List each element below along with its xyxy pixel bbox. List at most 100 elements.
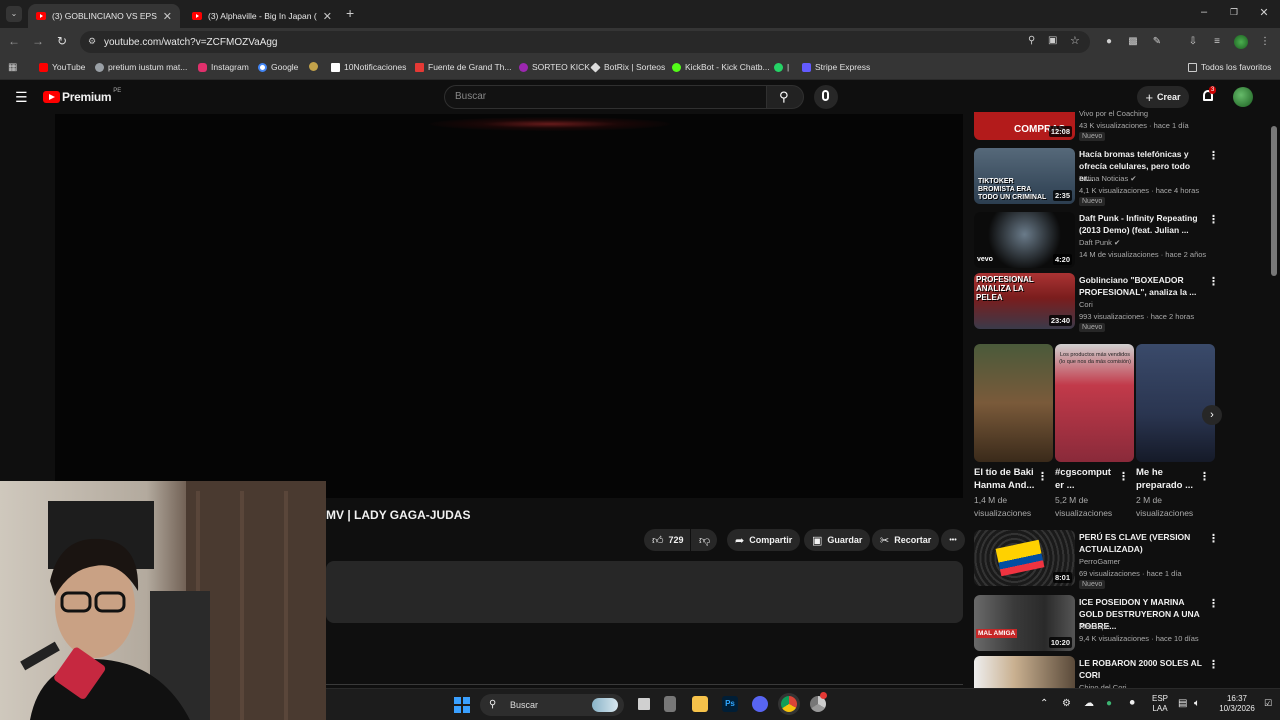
apps-grid-icon[interactable]: ▦ — [8, 62, 17, 73]
video-thumbnail[interactable]: PROFESIONAL ANALIZA LA PELEA 23:40 — [974, 273, 1075, 329]
minimize-icon[interactable]: – — [1194, 6, 1214, 18]
all-favorites[interactable]: Todos los favoritos — [1188, 62, 1271, 72]
short-thumbnail[interactable] — [974, 344, 1053, 462]
profile-avatar[interactable] — [1234, 35, 1248, 49]
video-thumbnail[interactable]: COMPRAS 12:08 — [974, 112, 1075, 140]
clip-button[interactable]: ✂ Recortar — [872, 529, 940, 551]
more-options-icon[interactable]: ⋮ — [1208, 213, 1219, 226]
video-player[interactable] — [55, 114, 963, 498]
menu-icon[interactable]: ☰ — [15, 89, 28, 106]
channel-name[interactable]: PerroGamer — [1079, 557, 1120, 566]
tab-goblinciano[interactable]: (3) GOBLINCIANO VS EPSTEIN | ✕ — [28, 4, 180, 28]
tab-alphaville[interactable]: (3) Alphaville - Big In Japan (Fla ✕ — [184, 4, 340, 28]
clock[interactable]: 16:37 10/3/2026 — [1212, 694, 1262, 714]
chrome-icon[interactable] — [781, 696, 797, 712]
tray-app-1-icon[interactable]: ⚙ — [1062, 698, 1071, 709]
shorts-next-arrow-icon[interactable]: › — [1202, 405, 1222, 425]
account-avatar[interactable] — [1233, 87, 1253, 107]
tray-mic-icon[interactable]: ⚫ — [1128, 698, 1136, 709]
printer-app-icon[interactable] — [664, 696, 676, 712]
task-view-icon[interactable] — [636, 696, 652, 712]
video-thumbnail[interactable]: MAL AMIGA 10:20 — [974, 595, 1075, 651]
tray-app-3-icon[interactable]: ● — [1106, 698, 1112, 709]
video-thumbnail[interactable]: 8:01 — [974, 530, 1075, 586]
file-explorer-icon[interactable] — [692, 696, 708, 712]
download-icon[interactable]: ⇩ — [1187, 36, 1199, 48]
tray-app-2-icon[interactable]: ☁ — [1084, 698, 1094, 709]
list-item[interactable]: COMPRAS 12:08 Vivo por el Coaching 43 K … — [974, 109, 1214, 144]
address-bar[interactable]: ⚙ youtube.com/watch?v=ZCFMOZVaAgg ⚲ ▣ ☆ — [80, 31, 1090, 53]
list-item[interactable]: PROFESIONAL ANALIZA LA PELEA 23:40 Gobli… — [974, 273, 1219, 332]
more-options-icon[interactable]: ⋮ — [1208, 149, 1219, 162]
back-icon[interactable]: ← — [6, 34, 22, 48]
more-options-icon[interactable]: ⋮ — [1037, 470, 1048, 483]
bookmark-whatsapp[interactable]: | — [774, 62, 789, 72]
bookmark-star-icon[interactable]: ☆ — [1070, 34, 1080, 47]
list-item[interactable]: LE ROBARON 2000 SOLES AL CORI Chino del … — [974, 656, 1219, 692]
photoshop-icon[interactable]: Ps — [722, 696, 738, 712]
show-hidden-icons[interactable]: ⌃ — [1040, 698, 1048, 709]
chrome-profile-icon[interactable]: 1 — [810, 692, 827, 712]
bookmark-stripe[interactable]: Stripe Express — [802, 62, 870, 72]
more-actions-button[interactable]: ••• — [941, 529, 965, 551]
notification-center-icon[interactable]: ☑ — [1264, 698, 1272, 709]
search-input[interactable]: Buscar — [444, 85, 766, 109]
list-item[interactable]: vevo 4:20 Daft Punk - Infinity Repeating… — [974, 212, 1219, 270]
language-indicator[interactable]: ESP LAA — [1148, 694, 1172, 714]
new-tab-button[interactable]: + — [346, 5, 354, 21]
short-thumbnail[interactable] — [1136, 344, 1215, 462]
cast-icon[interactable]: ▣ — [1048, 35, 1057, 46]
more-options-icon[interactable]: ⋮ — [1208, 658, 1219, 671]
extensions-puzzle-icon[interactable]: ✎ — [1151, 36, 1163, 48]
short-title[interactable]: El tío de Baki Hanma And... — [974, 466, 1040, 492]
forward-icon[interactable]: → — [30, 34, 46, 48]
video-title[interactable]: Daft Punk - Infinity Repeating (2013 Dem… — [1079, 212, 1204, 236]
short-thumbnail[interactable]: Los productos más vendidos (lo que nos d… — [1055, 344, 1134, 462]
short-title[interactable]: Me he preparado ... — [1136, 466, 1202, 492]
more-options-icon[interactable]: ⋮ — [1208, 597, 1219, 610]
video-title[interactable]: LE ROBARON 2000 SOLES AL CORI — [1079, 657, 1204, 681]
zoom-icon[interactable]: ⚲ — [1028, 35, 1035, 46]
bookmark-fuente-gta[interactable]: Fuente de Grand Th... — [415, 62, 511, 72]
bookmark-10notificaciones[interactable]: 10Notificaciones — [331, 62, 406, 72]
bookmark-google[interactable]: Google — [258, 62, 298, 72]
browser-menu-icon[interactable]: ⋮ — [1259, 36, 1271, 48]
voice-search-button[interactable] — [814, 85, 838, 109]
windows-start-icon[interactable] — [454, 697, 470, 713]
bookmark-youtube[interactable]: YouTube — [39, 62, 85, 72]
close-tab-icon[interactable]: ✕ — [323, 10, 332, 23]
like-button[interactable]: 👍︎ 729 — [644, 529, 690, 551]
bookmark-pretium[interactable]: pretium iustum mat... — [95, 62, 187, 72]
close-window-icon[interactable]: ✕ — [1254, 6, 1274, 19]
list-item[interactable]: MAL AMIGA 10:20 ICE POSEIDON Y MARINA GO… — [974, 595, 1219, 653]
more-options-icon[interactable]: ⋮ — [1208, 275, 1219, 288]
close-tab-icon[interactable]: ✕ — [163, 10, 172, 23]
channel-name[interactable]: Alessope — [1079, 622, 1110, 631]
notifications-icon[interactable]: 3 — [1201, 86, 1217, 103]
channel-name[interactable]: Vivo por el Coaching — [1079, 109, 1148, 118]
create-button[interactable]: + Crear — [1137, 86, 1189, 108]
restore-icon[interactable]: ❐ — [1224, 7, 1244, 18]
video-title[interactable]: Goblinciano "BOXEADOR PROFESIONAL", anal… — [1079, 274, 1204, 298]
share-button[interactable]: ➦ Compartir — [727, 529, 801, 551]
channel-name[interactable]: Cori — [1079, 300, 1093, 309]
youtube-logo[interactable]: Premium PE — [43, 88, 121, 104]
bookmark-botrix[interactable]: BotRix | Sorteos — [590, 61, 665, 73]
save-button[interactable]: ▣ Guardar — [804, 529, 871, 551]
extension-1-icon[interactable]: ● — [1103, 36, 1115, 48]
extension-2-icon[interactable]: ▩ — [1127, 36, 1139, 48]
network-icon[interactable]: ▤ — [1178, 698, 1187, 709]
list-item[interactable]: TIKTOKER BROMISTA ERA TODO UN CRIMINAL 2… — [974, 147, 1219, 206]
reload-icon[interactable]: ↻ — [54, 34, 70, 48]
video-thumbnail[interactable]: TIKTOKER BROMISTA ERA TODO UN CRIMINAL 2… — [974, 148, 1075, 204]
taskbar-search[interactable]: ⚲ Buscar — [480, 694, 624, 716]
discord-icon[interactable] — [752, 696, 768, 712]
channel-name[interactable]: Latina Noticias ✔ — [1079, 174, 1137, 183]
site-info-icon[interactable]: ⚙ — [88, 36, 96, 47]
dislike-button[interactable]: 👎︎ — [691, 529, 717, 551]
bookmark-kickbot[interactable]: KickBot - Kick Chatb... — [672, 62, 770, 72]
video-title[interactable]: PERÚ ES CLAVE (VERSION ACTUALIZADA) — [1079, 531, 1204, 555]
list-item[interactable]: 8:01 PERÚ ES CLAVE (VERSION ACTUALIZADA)… — [974, 530, 1219, 589]
more-options-icon[interactable]: ⋮ — [1118, 470, 1129, 483]
description-box[interactable] — [326, 561, 963, 623]
